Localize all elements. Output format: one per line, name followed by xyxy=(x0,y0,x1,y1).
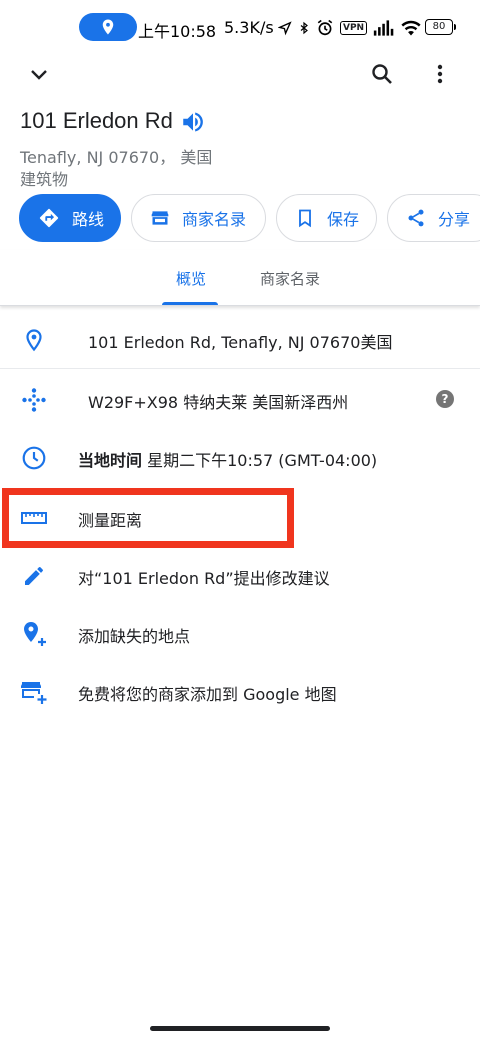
place-category: 建筑物 xyxy=(20,170,69,189)
place-pin-icon xyxy=(20,326,48,354)
local-time-row: 当地时间 星期二下午10:57 (GMT-04:00) xyxy=(0,430,480,482)
address-row[interactable]: 101 Erledon Rd, Tenafly, NJ 07670美国 xyxy=(0,312,480,364)
status-icons: VPN xyxy=(278,16,421,40)
battery-indicator: 80 xyxy=(425,19,456,35)
plus-code-row[interactable]: W29F+X98 特纳夫莱 美国新泽西州 ? xyxy=(0,372,480,424)
clock-icon xyxy=(20,444,48,472)
plus-code-icon xyxy=(20,386,48,414)
search-button[interactable] xyxy=(362,54,402,94)
network-speed: 5.3K/s xyxy=(224,18,274,37)
suggest-edit-row[interactable]: 对“101 Erledon Rd”提出修改建议 xyxy=(0,548,480,600)
collapse-button[interactable] xyxy=(19,54,59,94)
chevron-down-icon xyxy=(31,70,47,80)
save-label: 保存 xyxy=(327,210,360,229)
location-icon xyxy=(102,19,114,35)
suggest-edit-text: 对“101 Erledon Rd”提出修改建议 xyxy=(78,569,330,588)
active-tab-indicator xyxy=(162,302,218,305)
divider xyxy=(0,368,480,369)
add-business-icon xyxy=(20,678,48,706)
help-icon[interactable]: ? xyxy=(436,390,454,408)
address-text: 101 Erledon Rd, Tenafly, NJ 07670美国 xyxy=(88,333,393,352)
vpn-badge: VPN xyxy=(340,21,368,35)
location-indicator-pill[interactable] xyxy=(79,13,137,41)
signal-icon xyxy=(373,20,394,36)
status-time: 上午10:58 xyxy=(138,22,217,41)
wifi-icon xyxy=(401,20,421,36)
local-time-value: 星期二下午10:57 (GMT-04:00) xyxy=(142,451,378,470)
business-directory-label: 商家名录 xyxy=(182,210,247,229)
directions-button[interactable]: 路线 xyxy=(19,194,121,242)
pronounce-button[interactable] xyxy=(180,109,206,139)
tab-bar: 概览 商家名录 xyxy=(0,250,480,306)
business-directory-button[interactable]: 商家名录 xyxy=(131,194,266,242)
more-options-button[interactable] xyxy=(420,54,460,94)
share-label: 分享 xyxy=(438,210,471,229)
add-location-icon xyxy=(20,620,48,648)
bluetooth-icon xyxy=(300,21,308,35)
tab-business-directory[interactable]: 商家名录 xyxy=(260,268,320,289)
share-button[interactable]: 分享 xyxy=(387,194,480,242)
address-subtitle: Tenafly, NJ 07670， 美国 xyxy=(20,148,213,167)
share-icon xyxy=(406,208,426,228)
add-business-text: 免费将您的商家添加到 Google 地图 xyxy=(78,685,337,704)
highlight-annotation-box xyxy=(2,488,294,548)
storefront-icon xyxy=(150,208,170,228)
save-button[interactable]: 保存 xyxy=(276,194,377,242)
status-bar: 上午10:58 5.3K/s VPN 80 xyxy=(0,0,480,56)
search-icon xyxy=(372,64,392,84)
pencil-icon xyxy=(20,562,48,590)
place-title: 101 Erledon Rd xyxy=(20,108,173,133)
directions-icon xyxy=(38,207,60,229)
add-missing-place-text: 添加缺失的地点 xyxy=(78,627,191,646)
home-indicator[interactable] xyxy=(150,1026,330,1031)
local-time-text: 当地时间 星期二下午10:57 (GMT-04:00) xyxy=(78,447,377,471)
plus-code-text: W29F+X98 特纳夫莱 美国新泽西州 xyxy=(88,393,349,412)
directions-label: 路线 xyxy=(72,210,105,229)
add-missing-place-row[interactable]: 添加缺失的地点 xyxy=(0,606,480,658)
alarm-icon xyxy=(317,19,333,36)
tab-overview[interactable]: 概览 xyxy=(176,268,206,289)
add-business-row[interactable]: 免费将您的商家添加到 Google 地图 xyxy=(0,664,480,716)
speaker-icon xyxy=(183,112,203,132)
navigation-icon xyxy=(278,21,292,36)
more-vert-icon xyxy=(437,64,443,84)
local-time-label: 当地时间 xyxy=(78,451,143,470)
bookmark-icon xyxy=(295,208,315,228)
